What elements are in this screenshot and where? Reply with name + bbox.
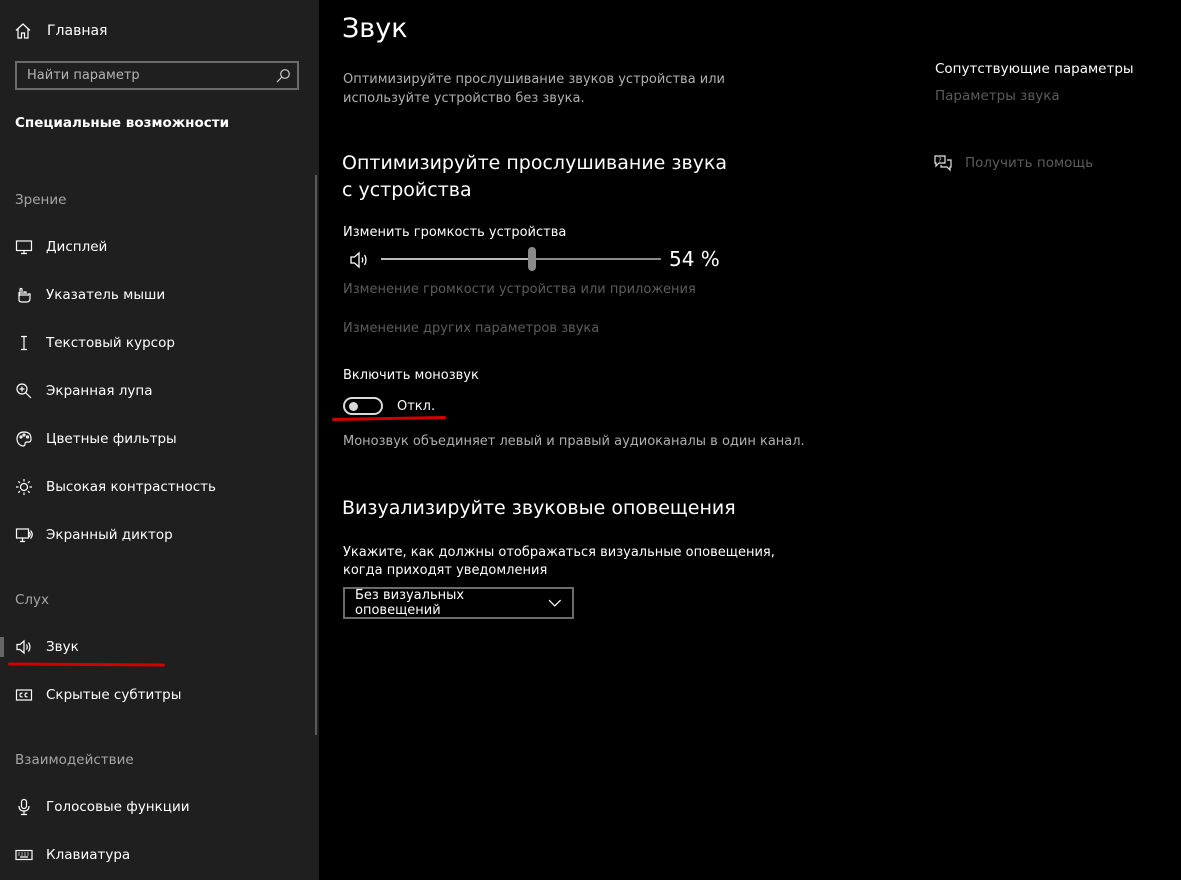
svg-text:?: ? bbox=[938, 156, 941, 164]
volume-control: 54 % bbox=[349, 247, 749, 271]
visual-alerts-prompt: Укажите, как должны отображаться визуаль… bbox=[343, 545, 775, 578]
page-title: Звук bbox=[342, 13, 408, 44]
sidebar-item-sound[interactable]: Звук bbox=[0, 629, 310, 665]
magnifier-icon bbox=[15, 382, 33, 400]
get-help-label: Получить помощь bbox=[965, 155, 1094, 171]
high-contrast-icon bbox=[15, 478, 33, 496]
section-heading-visual-alerts: Визуализируйте звуковые оповещения bbox=[342, 497, 736, 519]
chevron-down-icon bbox=[548, 599, 562, 607]
sidebar-item-label: Экранный диктор bbox=[46, 527, 173, 543]
dropdown-value: Без визуальных оповещений bbox=[355, 588, 465, 618]
sidebar-item-label: Высокая контрастность bbox=[46, 479, 217, 495]
sidebar-item-label: Текстовый курсор bbox=[46, 335, 175, 351]
sidebar-item-label: Клавиатура bbox=[46, 847, 131, 863]
mono-audio-state: Откл. bbox=[397, 398, 436, 414]
sidebar-item-mouse-pointer[interactable]: Указатель мыши bbox=[0, 277, 310, 313]
app-volume-link[interactable]: Изменение громкости устройства или прило… bbox=[343, 282, 696, 297]
sidebar-item-speech[interactable]: Голосовые функции bbox=[0, 789, 310, 825]
sidebar: Главная Специальные возможности Зрение Д… bbox=[0, 0, 319, 880]
sidebar-item-narrator[interactable]: Экранный диктор bbox=[0, 517, 310, 553]
sidebar-item-high-contrast[interactable]: Высокая контрастность bbox=[0, 469, 310, 505]
speaker-icon[interactable] bbox=[349, 249, 371, 271]
home-link[interactable]: Главная bbox=[14, 21, 107, 41]
sidebar-item-label: Голосовые функции bbox=[46, 799, 190, 815]
closed-captions-icon bbox=[15, 686, 33, 704]
toggle-knob bbox=[349, 402, 358, 411]
keyboard-icon bbox=[15, 846, 33, 864]
sound-settings-link[interactable]: Параметры звука bbox=[935, 88, 1060, 104]
color-filter-icon bbox=[15, 430, 33, 448]
mono-audio-label: Включить монозвук bbox=[343, 368, 479, 383]
sidebar-item-label: Скрытые субтитры bbox=[46, 687, 182, 703]
sidebar-item-label: Дисплей bbox=[46, 239, 108, 255]
section-heading-hearing: Оптимизируйте прослушивание звука с устр… bbox=[342, 152, 728, 201]
mouse-pointer-icon bbox=[15, 286, 33, 304]
sidebar-item-label: Звук bbox=[46, 639, 79, 655]
sidebar-item-label: Указатель мыши bbox=[46, 287, 166, 303]
other-sound-settings-link[interactable]: Изменение других параметров звука bbox=[343, 321, 599, 336]
sidebar-item-label: Цветные фильтры bbox=[46, 431, 177, 447]
related-settings-title: Сопутствующие параметры bbox=[935, 61, 1134, 77]
mono-audio-toggle-row: Откл. bbox=[343, 395, 435, 417]
volume-value: 54 % bbox=[669, 247, 720, 271]
home-icon bbox=[15, 23, 31, 39]
text-cursor-icon bbox=[15, 334, 33, 352]
sidebar-item-closed-captions[interactable]: Скрытые субтитры bbox=[0, 677, 310, 713]
visual-alerts-dropdown[interactable]: Без визуальных оповещений bbox=[343, 587, 574, 619]
group-label-vision: Зрение bbox=[15, 192, 67, 208]
search-input[interactable] bbox=[17, 67, 275, 84]
group-label-interaction: Взаимодействие bbox=[15, 752, 134, 768]
search-icon[interactable] bbox=[275, 68, 291, 84]
volume-slider-fill bbox=[381, 258, 533, 260]
sidebar-item-color-filters[interactable]: Цветные фильтры bbox=[0, 421, 310, 457]
page-description: Оптимизируйте прослушивание звуков устро… bbox=[343, 72, 725, 106]
home-label: Главная bbox=[47, 23, 108, 39]
main-content: Звук Оптимизируйте прослушивание звуков … bbox=[319, 0, 1181, 880]
narrator-icon bbox=[15, 526, 33, 544]
sidebar-item-keyboard[interactable]: Клавиатура bbox=[0, 837, 310, 873]
search-box[interactable] bbox=[15, 61, 299, 90]
volume-label: Изменить громкость устройства bbox=[343, 225, 567, 240]
display-icon bbox=[15, 238, 33, 256]
section-title: Специальные возможности bbox=[15, 115, 230, 131]
volume-slider-thumb[interactable] bbox=[528, 247, 537, 271]
mono-audio-toggle[interactable] bbox=[343, 397, 383, 415]
help-chat-icon: ? bbox=[934, 155, 952, 172]
sidebar-scrollbar[interactable] bbox=[315, 175, 317, 735]
speaker-icon bbox=[15, 638, 33, 656]
sidebar-item-magnifier[interactable]: Экранная лупа bbox=[0, 373, 310, 409]
sidebar-item-text-cursor[interactable]: Текстовый курсор bbox=[0, 325, 310, 361]
mono-audio-description: Монозвук объединяет левый и правый аудио… bbox=[343, 434, 805, 449]
sidebar-item-label: Экранная лупа bbox=[46, 383, 153, 399]
get-help-link[interactable]: ? Получить помощь bbox=[933, 153, 1093, 173]
group-label-hearing: Слух bbox=[15, 592, 50, 608]
microphone-icon bbox=[15, 798, 33, 816]
sidebar-item-display[interactable]: Дисплей bbox=[0, 229, 310, 265]
